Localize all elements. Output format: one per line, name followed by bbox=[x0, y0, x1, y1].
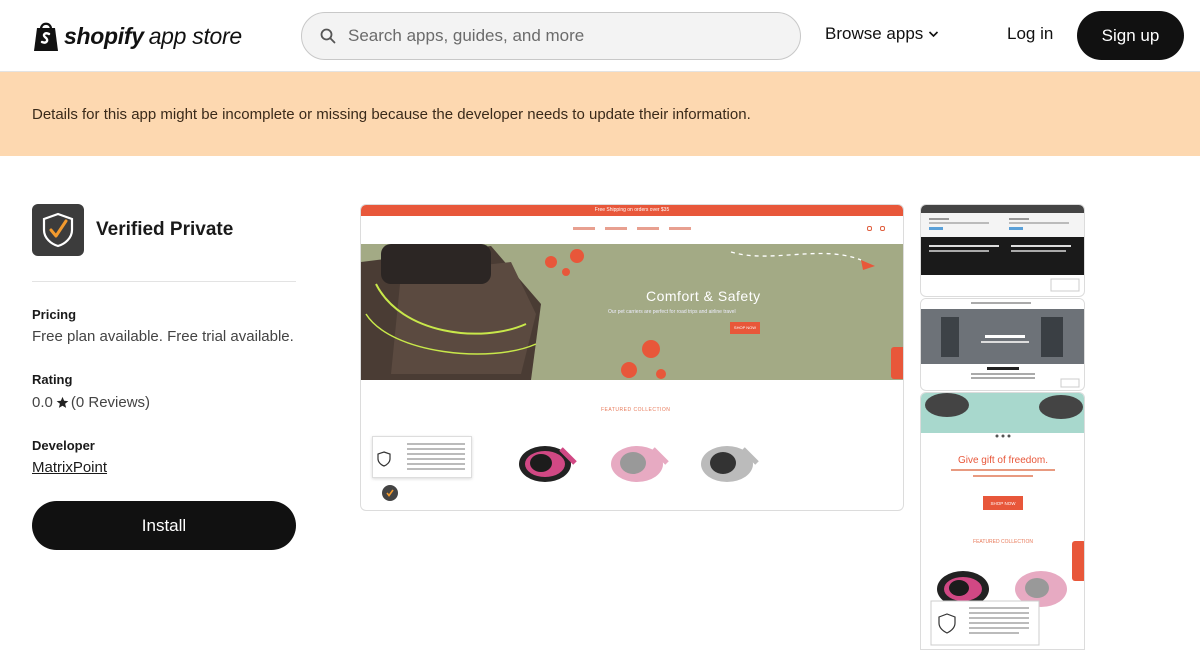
rating-score: 0.0 bbox=[32, 394, 53, 411]
chevron-down-icon bbox=[929, 31, 939, 38]
shopify-app-store-logo[interactable]: shopify app store bbox=[32, 18, 242, 54]
search-bar[interactable] bbox=[301, 12, 801, 60]
screenshot-thumbnail-2[interactable] bbox=[920, 298, 1085, 391]
install-button[interactable]: Install bbox=[32, 501, 296, 550]
hero-subtitle: Our pet carriers are perfect for road tr… bbox=[608, 309, 736, 315]
hero-title: Comfort & Safety bbox=[646, 288, 761, 304]
reviews-link[interactable]: (0 Reviews) bbox=[71, 394, 150, 411]
featured-collection-heading: FEATURED COLLECTION bbox=[601, 407, 671, 413]
store-promo-bar: Free Shipping on orders over $35 bbox=[361, 205, 903, 216]
login-link[interactable]: Log in bbox=[1007, 24, 1053, 44]
app-icon bbox=[32, 204, 84, 256]
signup-button[interactable]: Sign up bbox=[1077, 11, 1184, 60]
shopify-bag-icon bbox=[34, 22, 58, 51]
verified-private-popup bbox=[372, 436, 472, 478]
thumbnail-3-image: Give gift of freedom. SHOP NOW FEATURED … bbox=[921, 393, 1084, 646]
screenshot-main[interactable]: Free Shipping on orders over $35 Comfort… bbox=[360, 204, 904, 511]
signup-side-tab bbox=[891, 347, 903, 379]
browse-apps-menu[interactable]: Browse apps bbox=[825, 24, 939, 44]
top-header: shopify app store Browse apps Log in Sig… bbox=[0, 0, 1200, 72]
banner-message: Details for this app might be incomplete… bbox=[32, 106, 751, 123]
logo-wordmark: shopify bbox=[64, 22, 144, 49]
thumb3-featured: FEATURED COLLECTION bbox=[973, 539, 1033, 545]
leash-products-image bbox=[519, 446, 759, 482]
pricing-value: Free plan available. Free trial availabl… bbox=[32, 328, 294, 345]
thumbnail-2-image bbox=[921, 299, 1084, 388]
thumbnail-1-image bbox=[921, 205, 1084, 292]
browse-apps-label: Browse apps bbox=[825, 24, 924, 43]
thumb3-button: SHOP NOW bbox=[991, 501, 1017, 506]
search-icon bbox=[320, 28, 336, 44]
logo-subtitle: app store bbox=[148, 22, 243, 49]
thumb3-title: Give gift of freedom. bbox=[958, 455, 1048, 466]
screenshot-thumbnail-3[interactable]: Give gift of freedom. SHOP NOW FEATURED … bbox=[920, 392, 1085, 650]
pricing-label: Pricing bbox=[32, 307, 77, 322]
app-title: Verified Private bbox=[96, 219, 234, 240]
shield-check-icon bbox=[42, 212, 74, 248]
screenshot-thumbnail-1[interactable] bbox=[920, 204, 1085, 297]
sidebar-divider bbox=[32, 281, 296, 282]
shield-icon bbox=[377, 451, 391, 467]
verified-badge-icon bbox=[382, 485, 398, 501]
developer-link[interactable]: MatrixPoint bbox=[32, 459, 107, 476]
search-input[interactable] bbox=[348, 26, 768, 46]
hero-shop-now-button: SHOP NOW bbox=[730, 322, 760, 334]
incomplete-info-banner: Details for this app might be incomplete… bbox=[0, 72, 1200, 156]
rating-label: Rating bbox=[32, 372, 73, 387]
developer-label: Developer bbox=[32, 438, 95, 453]
star-icon bbox=[56, 396, 69, 408]
store-hero: Comfort & Safety Our pet carriers are pe… bbox=[361, 244, 903, 380]
rating-value-row: 0.0 (0 Reviews) bbox=[32, 394, 150, 411]
store-nav bbox=[361, 216, 903, 244]
